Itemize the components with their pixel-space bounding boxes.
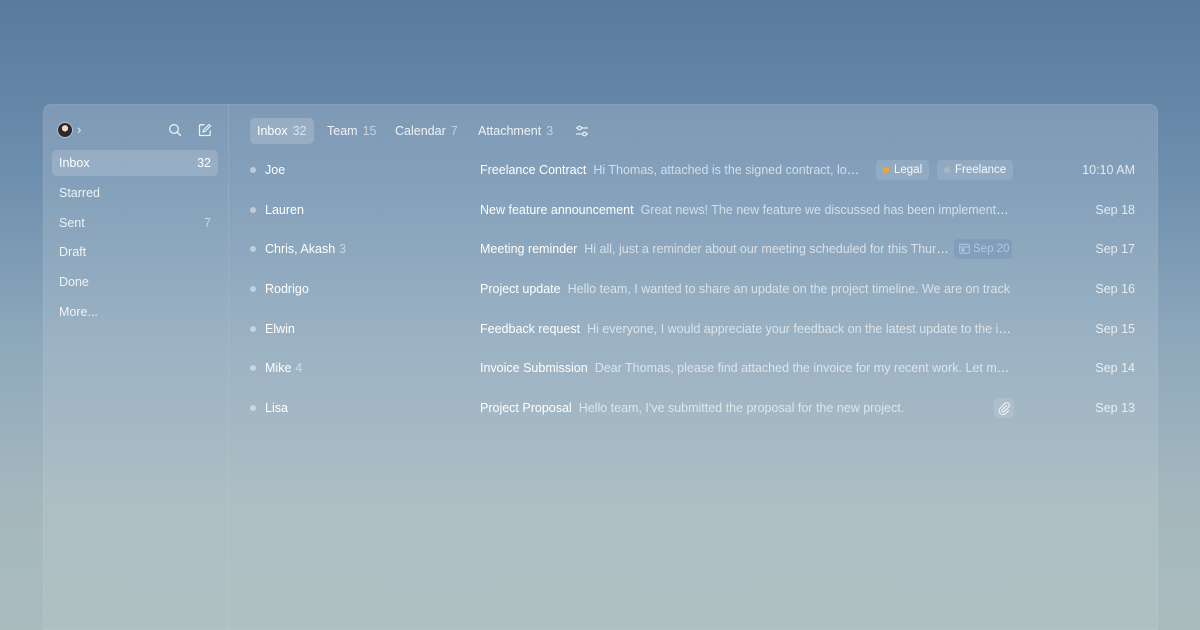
tag-color-dot (944, 167, 950, 173)
email-preview: Dear Thomas, please find attached the in… (594, 361, 1015, 376)
unread-dot (250, 167, 256, 173)
email-date: Sep 18 (1095, 202, 1135, 217)
email-row[interactable]: Joe Freelance Contract Hi Thomas, attache… (43, 150, 1158, 190)
email-date: Sep 16 (1095, 282, 1135, 297)
email-list: Joe Freelance Contract Hi Thomas, attache… (43, 150, 1158, 428)
sender-name: Rodrigo (265, 282, 309, 297)
email-subject: New feature announcement (480, 202, 634, 217)
email-preview: Hello team, I've submitted the proposal … (578, 401, 905, 416)
email-subject-line: Meeting reminder Hi all, just a reminder … (480, 229, 952, 269)
email-preview: Hi everyone, I would appreciate your fee… (587, 321, 1015, 336)
email-sender: Mike 4 (265, 348, 302, 388)
email-sender: Chris, Akash 3 (265, 229, 346, 269)
avatar[interactable] (58, 123, 72, 137)
tab-count: 7 (450, 124, 458, 138)
sender-name: Lauren (265, 202, 304, 217)
tab-calendar[interactable]: Calendar 7 (395, 118, 458, 144)
filter-sliders-icon[interactable] (575, 124, 589, 138)
email-date: Sep 13 (1095, 401, 1135, 416)
email-subject: Project Proposal (480, 401, 572, 416)
tag-freelance[interactable]: Freelance (937, 160, 1014, 180)
thread-count: 3 (339, 242, 347, 257)
email-date: Sep 15 (1095, 321, 1135, 336)
email-subject: Invoice Submission (480, 361, 588, 376)
tab-inbox[interactable]: Inbox 32 (250, 118, 314, 144)
email-subject: Meeting reminder (480, 242, 578, 257)
compose-icon[interactable] (198, 123, 212, 137)
calendar-chip-label: Sep 20 (973, 243, 1010, 256)
tag-label: Legal (894, 164, 923, 176)
email-sender: Lisa (265, 388, 288, 428)
attachment-chip[interactable] (994, 398, 1014, 419)
email-subject-line: Project update Hello team, I wanted to sh… (480, 269, 1015, 309)
sender-name: Lisa (265, 401, 288, 416)
paperclip-icon (998, 402, 1010, 416)
email-row[interactable]: Chris, Akash 3 Meeting reminder Hi all, ju… (43, 229, 1158, 269)
email-row[interactable]: Mike 4 Invoice Submission Dear Thomas, ple… (43, 348, 1158, 388)
tab-label: Inbox (257, 124, 288, 138)
email-subject-line: Feedback request Hi everyone, I would app… (480, 309, 1015, 349)
tab-team[interactable]: Team 15 (327, 118, 376, 144)
email-subject: Freelance Contract (480, 163, 587, 177)
email-subject: Feedback request (480, 321, 581, 336)
email-subject-line: Freelance Contract Hi Thomas, attached is… (480, 150, 865, 190)
email-preview: Hi Thomas, attached is the signed contra… (593, 163, 865, 177)
email-sender: Rodrigo (265, 269, 309, 309)
mail-window: › Inbox 32 Starred Sent 7 Draft Done Mor… (43, 104, 1158, 630)
thread-count: 4 (295, 361, 303, 376)
tag-color-dot (883, 167, 889, 173)
unread-dot (250, 206, 256, 213)
search-icon[interactable] (168, 123, 182, 137)
tab-label: Team (327, 124, 358, 138)
email-date: Sep 17 (1095, 242, 1135, 257)
calendar-icon (959, 244, 970, 255)
sender-name: Mike (265, 361, 292, 376)
unread-dot (250, 405, 256, 412)
email-row[interactable]: Lisa Project Proposal Hello team, I've su… (43, 388, 1158, 428)
sidebar-header: › (58, 122, 218, 140)
unread-dot (250, 246, 256, 253)
email-row[interactable]: Lauren New feature announcement Great new… (43, 190, 1158, 230)
sender-name: Joe (265, 163, 286, 177)
email-sender: Lauren (265, 190, 304, 230)
tag-label: Freelance (955, 164, 1007, 176)
tab-count: 15 (362, 124, 377, 138)
sender-name: Chris, Akash (265, 242, 336, 257)
email-preview: Hello team, I wanted to share an update … (567, 282, 1010, 297)
email-row[interactable]: Elwin Feedback request Hi everyone, I wou… (43, 309, 1158, 349)
email-preview: Great news! The new feature we discussed… (640, 202, 1015, 217)
tab-count: 32 (292, 124, 307, 138)
unread-dot (250, 325, 256, 332)
tab-count: 3 (546, 124, 554, 138)
sender-name: Elwin (265, 321, 295, 336)
chevron-right-icon[interactable]: › (77, 123, 81, 137)
tag-legal[interactable]: Legal (876, 160, 930, 180)
tab-label: Calendar (395, 124, 446, 138)
unread-dot (250, 365, 256, 372)
unread-dot (250, 286, 256, 293)
email-date: 10:10 AM (1082, 163, 1135, 177)
email-subject: Project update (480, 282, 561, 297)
email-subject-line: New feature announcement Great news! The … (480, 190, 1015, 230)
tab-attachment[interactable]: Attachment 3 (478, 118, 553, 144)
email-sender: Elwin (265, 309, 295, 349)
email-subject-line: Project Proposal Hello team, I've submitt… (480, 388, 1015, 428)
email-date: Sep 14 (1095, 361, 1135, 376)
email-row[interactable]: Rodrigo Project update Hello team, I want… (43, 269, 1158, 309)
email-preview: Hi all, just a reminder about our meetin… (584, 242, 952, 257)
calendar-event-chip[interactable]: Sep 20 (954, 239, 1012, 260)
email-sender: Joe (265, 150, 285, 190)
email-subject-line: Invoice Submission Dear Thomas, please fi… (480, 348, 1015, 388)
tab-label: Attachment (478, 124, 542, 138)
